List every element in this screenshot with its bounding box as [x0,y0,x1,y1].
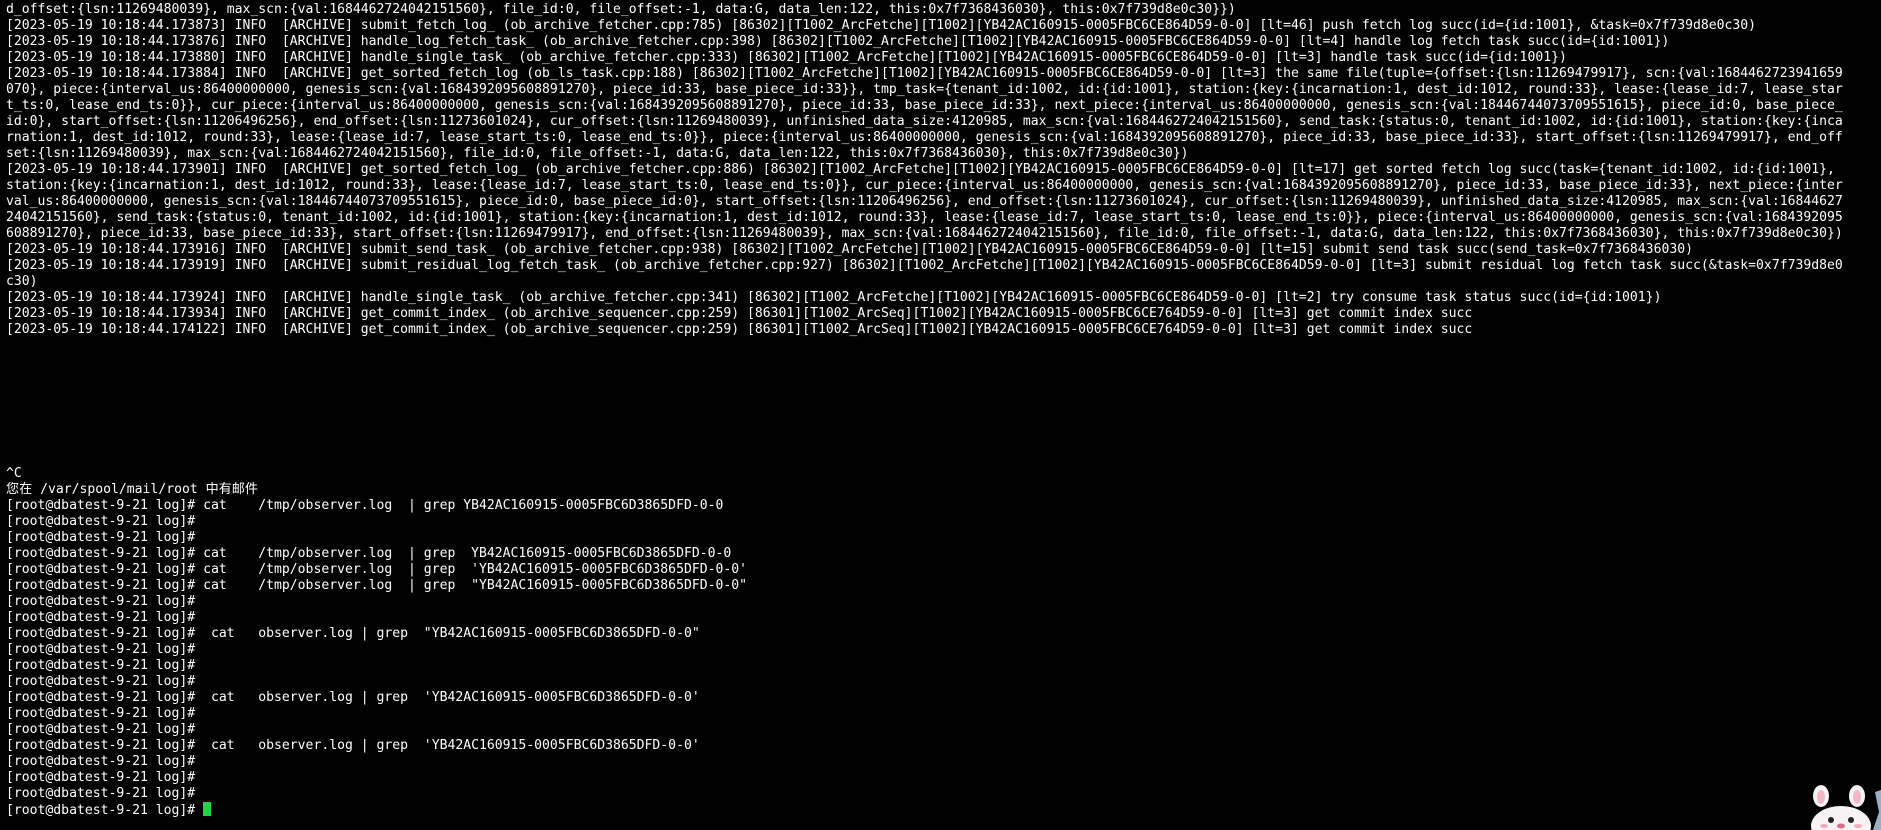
log-line: t_ts:0, lease_end_ts:0}}, cur_piece:{int… [6,98,1843,113]
shell-line: [root@dbatest-9-21 log]# cat /tmp/observ… [6,562,748,577]
log-line: [2023-05-19 10:18:44.173880] INFO [ARCHI… [6,50,1567,65]
active-prompt-line[interactable]: [root@dbatest-9-21 log]# [6,802,1875,818]
shell-line: 您在 /var/spool/mail/root 中有邮件 [6,482,258,497]
log-line: id:0}, start_offset:{lsn:11206496256}, e… [6,114,1843,129]
text-cursor [203,802,212,816]
log-line: [2023-05-19 10:18:44.174122] INFO [ARCHI… [6,322,1473,337]
log-line: d_offset:{lsn:11269480039}, max_scn:{val… [6,2,1236,17]
shell-line: [root@dbatest-9-21 log]# [6,786,196,801]
log-line: rnation:1, dest_id:1012, round:33}, leas… [6,130,1843,145]
log-line: station:{key:{incarnation:1, dest_id:101… [6,178,1843,193]
log-line: c30) [6,274,38,289]
shell-line: [root@dbatest-9-21 log]# [6,610,196,625]
blank-area [6,338,1875,466]
shell-line: [root@dbatest-9-21 log]# cat observer.lo… [6,690,700,705]
shell-prompt: [root@dbatest-9-21 log]# [6,803,204,818]
terminal-window[interactable]: d_offset:{lsn:11269480039}, max_scn:{val… [0,0,1881,830]
shell-line: [root@dbatest-9-21 log]# cat /tmp/observ… [6,546,732,561]
log-output: d_offset:{lsn:11269480039}, max_scn:{val… [6,2,1875,338]
shell-line: [root@dbatest-9-21 log]# cat observer.lo… [6,626,700,641]
log-line: [2023-05-19 10:18:44.173884] INFO [ARCHI… [6,66,1843,81]
log-line: [2023-05-19 10:18:44.173934] INFO [ARCHI… [6,306,1473,321]
shell-line: [root@dbatest-9-21 log]# [6,674,196,689]
shell-line: [root@dbatest-9-21 log]# [6,658,196,673]
shell-line: [root@dbatest-9-21 log]# cat /tmp/observ… [6,578,748,593]
shell-line: [root@dbatest-9-21 log]# [6,754,196,769]
shell-line: [root@dbatest-9-21 log]# cat observer.lo… [6,738,700,753]
log-line: [2023-05-19 10:18:44.173916] INFO [ARCHI… [6,242,1693,257]
shell-line: [root@dbatest-9-21 log]# [6,706,196,721]
log-line: [2023-05-19 10:18:44.173873] INFO [ARCHI… [6,18,1757,33]
shell-line: [root@dbatest-9-21 log]# [6,514,196,529]
log-line: 24042151560}, send_task:{status:0, tenan… [6,210,1843,225]
log-line: 608891270}, piece_id:33, base_piece_id:3… [6,226,1843,241]
shell-line: ^C [6,466,22,481]
mascot-sticker-icon [1811,785,1881,830]
log-line: [2023-05-19 10:18:44.173919] INFO [ARCHI… [6,258,1843,273]
log-line: [2023-05-19 10:18:44.173924] INFO [ARCHI… [6,290,1662,305]
shell-history: ^C 您在 /var/spool/mail/root 中有邮件 [root@dbat… [6,466,1875,802]
shell-line: [root@dbatest-9-21 log]# [6,594,196,609]
shell-line: [root@dbatest-9-21 log]# [6,722,196,737]
log-line: [2023-05-19 10:18:44.173876] INFO [ARCHI… [6,34,1670,49]
shell-line: [root@dbatest-9-21 log]# [6,530,196,545]
log-line: 070}, piece:{interval_us:86400000000, ge… [6,82,1843,97]
log-line: set:{lsn:11269480039}, max_scn:{val:1684… [6,146,1189,161]
shell-line: [root@dbatest-9-21 log]# cat /tmp/observ… [6,498,724,513]
log-line: [2023-05-19 10:18:44.173901] INFO [ARCHI… [6,162,1835,177]
log-line: val_us:86400000000, genesis_scn:{val:184… [6,194,1843,209]
shell-line: [root@dbatest-9-21 log]# [6,642,196,657]
shell-line: [root@dbatest-9-21 log]# [6,770,196,785]
